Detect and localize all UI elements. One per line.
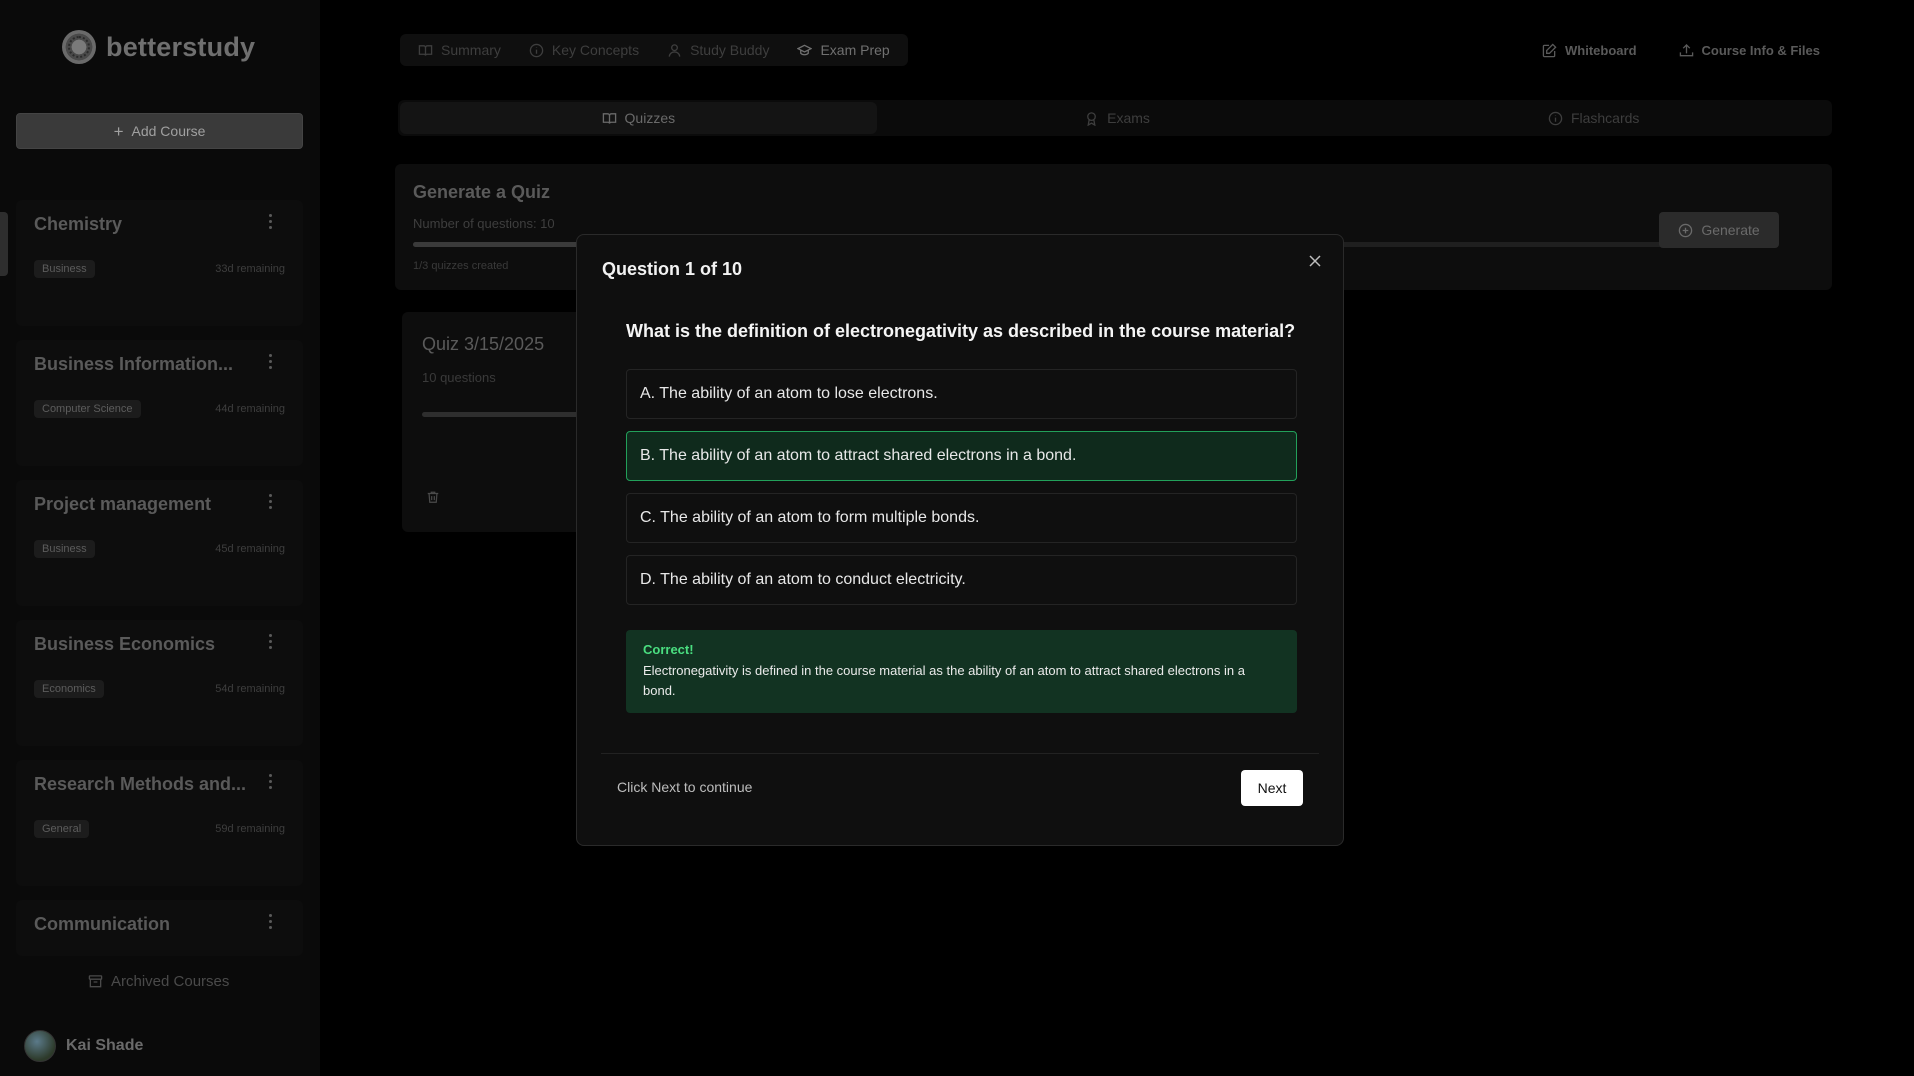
book-icon [418, 44, 433, 56]
feedback-explanation: Electronegativity is defined in the cour… [643, 663, 1245, 698]
course-remaining: 33d remaining [215, 263, 285, 275]
feedback-heading: Correct! [643, 642, 694, 657]
quiz-question-dialog: Question 1 of 10 What is the definition … [576, 234, 1344, 846]
more-vertical-icon[interactable] [267, 354, 273, 369]
plus-circle-icon [1679, 223, 1693, 237]
answer-option-c[interactable]: C. The ability of an atom to form multip… [626, 493, 1297, 543]
graduation-cap-icon [797, 44, 813, 55]
edit-icon [1542, 42, 1557, 57]
course-card-research-methods[interactable]: Research Methods and... General 59d rema… [16, 760, 303, 886]
course-tag: General [34, 820, 90, 838]
course-tag: Computer Science [34, 400, 141, 418]
next-button[interactable]: Next [1241, 770, 1303, 806]
course-name: Research Methods and... [34, 774, 247, 794]
archived-courses-link[interactable]: Archived Courses [88, 973, 229, 990]
close-icon[interactable] [1305, 251, 1325, 271]
answer-option-a[interactable]: A. The ability of an atom to lose electr… [626, 369, 1297, 419]
tab-label: Exam Prep [820, 42, 890, 58]
subtab-flashcards[interactable]: Flashcards [1355, 100, 1832, 136]
generate-label: Generate [1701, 222, 1760, 238]
answer-option-b[interactable]: B. The ability of an atom to attract sha… [626, 431, 1297, 481]
tab-key-concepts[interactable]: Key Concepts [517, 34, 651, 66]
more-vertical-icon[interactable] [267, 914, 273, 929]
exam-prep-subtabs: Quizzes Exams Flashcards [398, 100, 1832, 136]
subtab-label: Quizzes [624, 110, 676, 126]
tab-label: Key Concepts [551, 42, 640, 58]
award-icon [1087, 111, 1097, 126]
question-progress-title: Question 1 of 10 [602, 259, 743, 279]
active-course-indicator [0, 212, 8, 276]
generate-button[interactable]: Generate [1659, 212, 1779, 248]
subtab-exams[interactable]: Exams [879, 100, 1356, 136]
more-vertical-icon[interactable] [267, 214, 273, 229]
course-tag: Business [34, 540, 95, 558]
upload-icon [1679, 43, 1693, 56]
subtab-label: Exams [1107, 110, 1150, 126]
tab-summary[interactable]: Summary [406, 34, 513, 66]
course-card-chemistry[interactable]: Chemistry Business 33d remaining [16, 200, 303, 326]
slider-fill [413, 242, 583, 247]
course-remaining: 44d remaining [215, 403, 285, 415]
sidebar: betterstudy + Add Course Chemistry Busin… [0, 0, 320, 1076]
more-vertical-icon[interactable] [267, 494, 273, 509]
user-icon [668, 43, 681, 57]
course-name: Business Information... [34, 354, 234, 374]
tab-study-buddy[interactable]: Study Buddy [655, 34, 781, 66]
course-remaining: 54d remaining [215, 683, 285, 695]
footer-hint: Click Next to continue [617, 779, 753, 795]
archive-icon [88, 975, 103, 988]
plus-icon: + [113, 121, 124, 141]
logo-icon [62, 30, 96, 64]
quizzes-created-count: 1/3 quizzes created [413, 260, 509, 272]
course-name: Communication [34, 914, 171, 934]
answer-option-d[interactable]: D. The ability of an atom to conduct ele… [626, 555, 1297, 605]
course-card-project-management[interactable]: Project management Business 45d remainin… [16, 480, 303, 606]
course-card-communication[interactable]: Communication [16, 900, 303, 956]
avatar [24, 1030, 56, 1062]
trash-icon [427, 491, 439, 503]
course-card-business-economics[interactable]: Business Economics Economics 54d remaini… [16, 620, 303, 746]
course-tag: Business [34, 260, 95, 278]
archived-courses-label: Archived Courses [111, 973, 230, 990]
delete-quiz-button[interactable] [426, 490, 440, 504]
whiteboard-button[interactable]: Whiteboard [1542, 43, 1637, 58]
question-text: What is the definition of electronegativ… [626, 321, 1296, 341]
app-logo[interactable]: betterstudy [62, 30, 255, 64]
add-course-label: Add Course [131, 123, 206, 139]
app-name: betterstudy [106, 31, 256, 62]
more-vertical-icon[interactable] [267, 774, 273, 789]
book-open-icon [602, 112, 616, 124]
answer-feedback: Correct! Electronegativity is defined in… [626, 630, 1297, 713]
info-icon [529, 43, 544, 57]
tab-exam-prep[interactable]: Exam Prep [785, 34, 901, 66]
course-card-business-information[interactable]: Business Information... Computer Science… [16, 340, 303, 466]
quiz-title: Quiz 3/15/2025 [422, 334, 545, 354]
course-remaining: 59d remaining [215, 823, 285, 835]
question-count-label: Number of questions: 10 [413, 216, 555, 231]
course-info-label: Course Info & Files [1701, 42, 1820, 58]
divider [601, 753, 1319, 754]
tab-label: Summary [441, 42, 501, 58]
top-nav: Summary Key Concepts Study Buddy Exam Pr… [400, 34, 908, 66]
add-course-button[interactable]: + Add Course [16, 113, 303, 149]
course-tag: Economics [34, 680, 104, 698]
answer-options: A. The ability of an atom to lose electr… [626, 369, 1297, 605]
course-info-button[interactable]: Course Info & Files [1679, 43, 1820, 58]
subtab-label: Flashcards [1570, 110, 1640, 126]
tab-label: Study Buddy [690, 42, 770, 58]
course-name: Chemistry [34, 214, 123, 234]
quiz-question-count: 10 questions [422, 370, 496, 385]
subtab-quizzes[interactable]: Quizzes [400, 102, 877, 134]
more-vertical-icon[interactable] [267, 634, 273, 649]
info-icon [1548, 111, 1563, 125]
course-remaining: 45d remaining [215, 543, 285, 555]
course-name: Project management [34, 494, 212, 514]
whiteboard-label: Whiteboard [1565, 42, 1637, 58]
generate-title: Generate a Quiz [413, 182, 551, 202]
top-right-actions: Whiteboard Course Info & Files [1542, 34, 1820, 66]
user-profile[interactable]: Kai Shade [24, 1030, 143, 1062]
course-name: Business Economics [34, 634, 216, 654]
user-name: Kai Shade [66, 1037, 144, 1054]
